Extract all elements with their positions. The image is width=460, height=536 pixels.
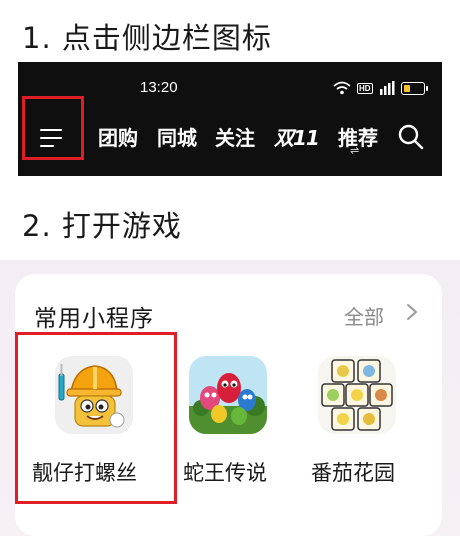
tab-group-buy[interactable]: 团购 [98,122,138,151]
status-time: 13:20 [140,79,178,96]
signal-5g-icon [379,81,395,95]
wifi-icon [333,81,351,95]
app-name-snake-legend[interactable]: 蛇王传说 [183,457,267,487]
hd-badge-icon: HD [357,82,373,94]
highlight-box-menu [22,96,84,160]
app-name-tomato-garden[interactable]: 番茄花园 [311,457,395,487]
step-1-instruction: 1. 点击侧边栏图标 [22,21,272,55]
battery-icon [400,81,428,95]
tile-match-puzzle-icon[interactable] [318,356,396,434]
swap-icon: ⇌ [350,144,360,157]
tab-following[interactable]: 关注 [215,122,255,151]
chevron-right-icon[interactable] [405,303,419,321]
colorful-snakes-icon[interactable] [189,356,267,434]
highlight-box-game [15,332,177,504]
view-all-link[interactable]: 全部 [344,301,384,330]
step-2-instruction: 2. 打开游戏 [22,209,182,243]
status-icons: HD [333,80,428,96]
search-icon[interactable] [397,123,425,151]
status-bar: 13:20 HD [18,62,442,100]
tab-local[interactable]: 同城 [157,122,197,151]
tab-recommend[interactable]: 推荐 ⇌ [338,122,378,156]
card-title: 常用小程序 [34,306,154,332]
tab-double-11[interactable]: 双11 [274,122,320,151]
